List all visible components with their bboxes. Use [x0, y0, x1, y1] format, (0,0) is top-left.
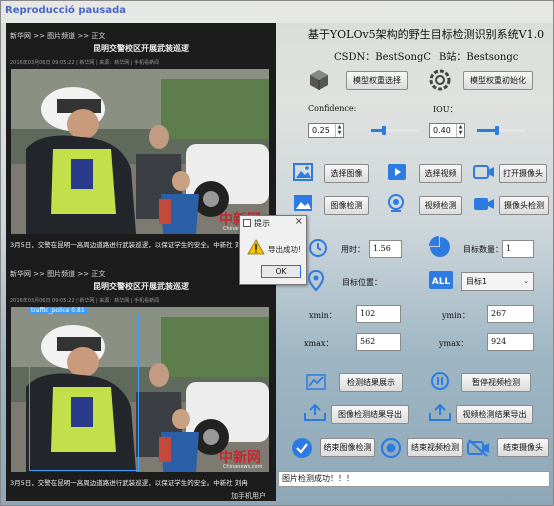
location-icon: [307, 270, 325, 292]
message-dialog: 提示 × 导出成功! OK: [239, 215, 307, 285]
spin-arrows-icon[interactable]: ▲ ▼: [456, 124, 464, 137]
dialog-close-button[interactable]: ×: [295, 216, 303, 227]
xmin-label: xmin：: [309, 311, 337, 320]
status-bar: 图片检测成功！！！: [278, 471, 550, 487]
slider-thumb[interactable]: [495, 126, 499, 135]
news-photo-detected: traffic_police 0.81 中新网 Chinanews.com: [11, 307, 269, 472]
iou-spinbox[interactable]: 0.40 ▲ ▼: [429, 123, 465, 138]
time-value: 1.56: [369, 240, 402, 258]
confidence-label: Confidence:: [308, 104, 357, 113]
confidence-spinbox[interactable]: 0.25 ▲ ▼: [308, 123, 344, 138]
svg-text:ALL: ALL: [432, 277, 451, 287]
upload-icon: [304, 403, 326, 421]
csdn-label: CSDN：BestSongC: [334, 52, 432, 63]
dialog-title: 提示: [254, 219, 270, 228]
xmin-value: 102: [356, 305, 401, 323]
xmax-label: xmax：: [304, 339, 334, 348]
export-image-button[interactable]: 图像检测结果导出: [331, 405, 409, 424]
article-title: 昆明交警校区开展武装巡逻: [93, 282, 189, 291]
image-display-pane: 新华网 >> 图片频道 >> 正文 昆明交警校区开展武装巡逻 2016年03月0…: [6, 23, 276, 501]
count-label: 目标数量：: [463, 245, 503, 254]
breadcrumb: 新华网 >> 图片频道 >> 正文: [10, 32, 106, 40]
stop-icon: [380, 437, 402, 459]
image-detect-button[interactable]: 图像检测: [324, 196, 369, 215]
camera-icon: [473, 165, 494, 179]
photo-caption: 3月5日，交警在昆明一高周边道路进行武装巡逻，以保证学生的安全。中新社 刘冉阳摄: [10, 241, 261, 249]
xmax-value: 562: [356, 333, 401, 351]
detection-label: traffic_police 0.81: [29, 307, 87, 314]
ymin-value: 267: [487, 305, 534, 323]
pause-icon: [431, 372, 449, 390]
slider-fill: [477, 129, 496, 132]
check-circle-icon: [292, 438, 312, 458]
image-icon: [293, 163, 313, 181]
page-footer: 加手机用户: [231, 492, 266, 500]
spin-arrows-icon[interactable]: ▲ ▼: [335, 124, 343, 137]
detection-box: [29, 313, 139, 471]
webcam-icon: [388, 194, 404, 212]
pause-video-button[interactable]: 暂停视频检测: [461, 373, 531, 392]
position-label: 目标位置：: [342, 278, 382, 287]
cube-icon: [310, 70, 328, 90]
end-video-button[interactable]: 结束视频检测: [407, 438, 463, 457]
main-window: Reproducció pausada 新华网 >> 图片频道 >> 正文 昆明…: [0, 0, 554, 506]
iou-value: 0.40: [433, 126, 451, 135]
target-select-value: 目标1: [466, 277, 488, 286]
chevron-down-icon: ⌄: [523, 277, 529, 285]
dialog-message: 导出成功!: [268, 245, 302, 254]
ymax-value: 924: [487, 333, 534, 351]
camera-detect-icon: [474, 198, 494, 210]
all-icon: ALL: [429, 271, 453, 289]
app-heading: 基于YOLOv5架构的野生目标检测识别系统V1.0: [307, 28, 545, 41]
target-select[interactable]: 目标1 ⌄: [461, 272, 534, 291]
end-image-button[interactable]: 结束图像检测: [320, 438, 375, 457]
image-detect-icon: [294, 195, 312, 211]
window-title: Reproducció pausada: [5, 5, 126, 16]
dialog-ok-button[interactable]: OK: [261, 265, 301, 278]
select-weights-button[interactable]: 模型权重选择: [346, 71, 408, 90]
iou-slider[interactable]: [477, 126, 525, 135]
confidence-slider[interactable]: [371, 126, 419, 135]
pie-chart-icon: [429, 236, 450, 257]
ymin-label: ymin：: [442, 311, 470, 320]
confidence-value: 0.25: [312, 126, 330, 135]
bilibili-label: B站：Bestsongc: [439, 52, 519, 63]
warning-icon: [247, 239, 265, 255]
export-video-button[interactable]: 视频检测结果导出: [456, 405, 533, 424]
video-file-icon: [388, 164, 406, 180]
photo-caption: 3月5日，交警在昆明一高周边道路进行武装巡逻，以保证学生的安全。中新社 刘冉: [10, 479, 248, 487]
article-meta: 2016年03月06日 09:05:22 | 新华网 | 来源：新华网 | 手机…: [10, 60, 160, 66]
breadcrumb: 新华网 >> 图片频道 >> 正文: [10, 270, 106, 278]
detection-result-image: 新华网 >> 图片频道 >> 正文 昆明交警校区开展武装巡逻 2016年03月0…: [6, 261, 276, 501]
news-photo: 中新网 Chinanews.com: [11, 69, 269, 234]
watermark-sub: Chinanews.com: [223, 464, 263, 470]
select-video-button[interactable]: 选择视频: [419, 164, 462, 183]
clock-icon: [309, 239, 327, 257]
settings-icon: [429, 69, 451, 91]
ymax-label: ymax：: [439, 339, 469, 348]
article-meta: 2016年03月06日 09:05:22 | 新华网 | 来源：新华网 | 手机…: [10, 298, 160, 304]
article-title: 昆明交警校区开展武装巡逻: [93, 44, 189, 53]
camera-off-icon: [467, 439, 489, 457]
iou-label: IOU：: [433, 105, 458, 114]
upload-icon: [429, 403, 451, 421]
dialog-app-icon: [243, 219, 251, 227]
init-weights-button[interactable]: 模型权重初始化: [463, 71, 533, 90]
line-chart-icon: [306, 374, 326, 390]
select-image-button[interactable]: 选择图像: [324, 164, 369, 183]
count-value: 1: [502, 240, 534, 258]
time-label: 用时：: [341, 245, 365, 254]
slider-thumb[interactable]: [382, 126, 386, 135]
camera-detect-button[interactable]: 摄像头检测: [499, 196, 549, 215]
open-camera-button[interactable]: 打开摄像头: [499, 164, 547, 183]
show-results-button[interactable]: 检测结果展示: [339, 373, 403, 392]
video-detect-button[interactable]: 视频检测: [419, 196, 462, 215]
original-image: 新华网 >> 图片频道 >> 正文 昆明交警校区开展武装巡逻 2016年03月0…: [6, 23, 276, 259]
title-bar: Reproducció pausada: [1, 1, 553, 23]
end-camera-button[interactable]: 结束摄像头: [497, 438, 549, 457]
